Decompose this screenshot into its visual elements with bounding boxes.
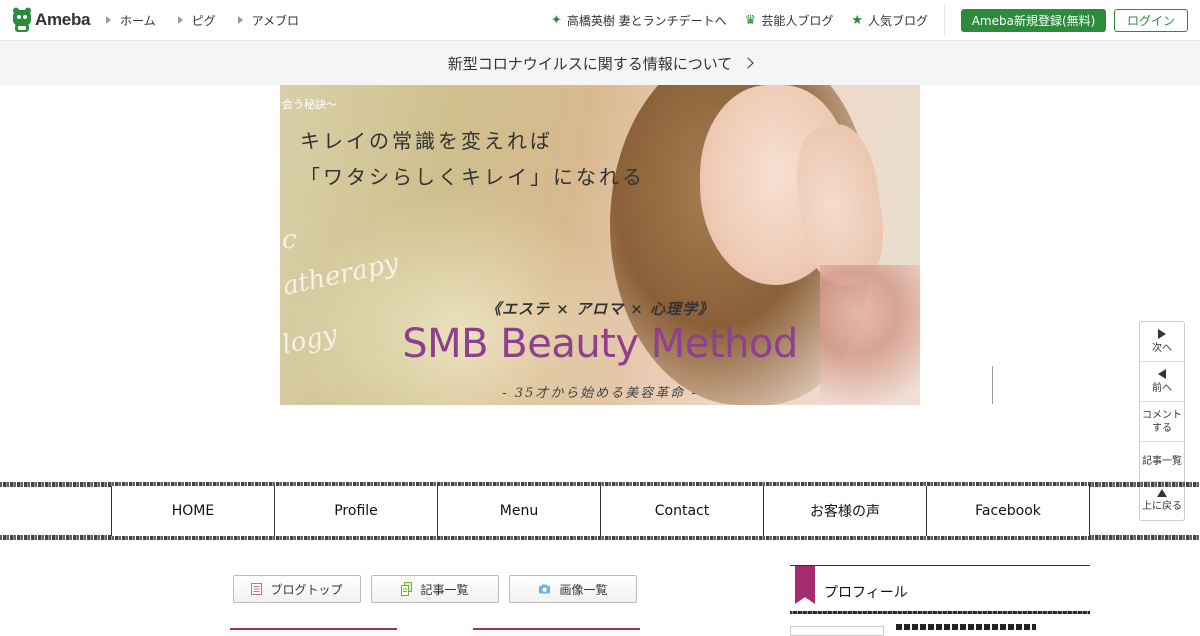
comment-label-1: コメント [1142, 409, 1182, 421]
camera-icon [539, 584, 551, 594]
menu-item-home[interactable]: HOME [111, 486, 274, 536]
play-right-icon [1158, 328, 1166, 339]
image-list-button[interactable]: 画像一覧 [509, 575, 637, 603]
crown-icon: ♛ [744, 12, 757, 28]
documents-icon [401, 582, 413, 596]
trending-nav: ✦ 高橋英樹 妻とランチデートへ ♛ 芸能人ブログ ★ 人気ブログ [533, 0, 928, 40]
nav-home-link[interactable]: ホーム [106, 12, 156, 29]
celebrity-blog-link[interactable]: ♛ 芸能人ブログ [745, 12, 834, 29]
banner-script-text: c [282, 225, 297, 255]
banner-headline-1: キレイの常識を変えれば [300, 129, 553, 153]
header-divider [944, 4, 945, 36]
menu-item-profile[interactable]: Profile [274, 486, 437, 536]
nav-ameblo-link[interactable]: アメブロ [237, 12, 300, 29]
image-list-label: 画像一覧 [559, 582, 608, 597]
blog-menu-bar: HOME Profile Menu Contact お客様の声 Facebook [0, 482, 1200, 540]
register-button[interactable]: Ameba新規登録(無料) [961, 9, 1106, 32]
covid-notice-bar[interactable]: 新型コロナウイルスに関する情報について [0, 41, 1200, 85]
chevron-right-icon [742, 57, 754, 69]
banner-headline-2: 「ワタシらしくキレイ」になれる [300, 165, 645, 189]
menu-item-facebook[interactable]: Facebook [926, 486, 1089, 536]
nav-pigg-link[interactable]: ピグ [177, 12, 216, 29]
bookmark-ribbon-icon [795, 566, 815, 604]
login-button[interactable]: ログイン [1114, 9, 1188, 32]
trending-topic-link[interactable]: ✦ 高橋英樹 妻とランチデートへ [551, 12, 727, 29]
ameba-mascot-icon [13, 7, 31, 32]
profile-name [896, 624, 1036, 630]
nav-ameblo-label: アメブロ [251, 13, 300, 28]
banner-title: SMB Beauty Method [402, 321, 798, 367]
menu-item-menu[interactable]: Menu [437, 486, 600, 536]
menu-item-contact[interactable]: Contact [600, 486, 763, 536]
popular-blog-label: 人気ブログ [867, 13, 928, 28]
caret-right-icon [237, 16, 243, 24]
ameba-logo[interactable]: Ameba [12, 7, 90, 33]
banner-tagline: - 35才から始める美容革命 - [502, 386, 698, 401]
logo-text: Ameba [35, 10, 91, 29]
prev-label: 前へ [1152, 382, 1172, 394]
play-left-icon [1158, 368, 1166, 379]
article-list-tab-label: 記事一覧 [420, 582, 469, 597]
profile-title: プロフィール [824, 585, 908, 601]
caret-right-icon [177, 16, 183, 24]
next-article-button[interactable]: 次へ [1140, 322, 1184, 362]
star-icon: ★ [851, 12, 863, 28]
article-list-label: 記事一覧 [1142, 456, 1182, 467]
article-list-button[interactable]: 記事一覧 [1140, 442, 1184, 482]
blog-toolbar: ブログトップ 記事一覧 画像一覧 [233, 575, 647, 603]
menu-item-testimonials[interactable]: お客様の声 [763, 486, 926, 536]
blog-top-button[interactable]: ブログトップ [233, 575, 361, 603]
popular-blog-link[interactable]: ★ 人気ブログ [851, 12, 928, 29]
profile-section-header: プロフィール [790, 565, 1090, 614]
sparkle-icon: ✦ [550, 12, 562, 28]
prev-article-button[interactable]: 前へ [1140, 362, 1184, 402]
banner-subtitle: 《エステ × アロマ × 心理学》 [485, 300, 715, 318]
trending-topic-label: 高橋英樹 妻とランチデートへ [566, 13, 727, 28]
divider-line [992, 366, 993, 404]
document-icon [251, 583, 263, 595]
covid-notice-text: 新型コロナウイルスに関する情報について [447, 54, 733, 73]
profile-avatar[interactable] [790, 626, 884, 636]
banner-small-text: 会う秘訣～ [282, 98, 337, 111]
profile-divider [790, 611, 1090, 614]
menu-divider [1089, 486, 1090, 536]
article-list-tab-button[interactable]: 記事一覧 [371, 575, 499, 603]
global-nav: ホーム ピグ アメブロ [106, 0, 321, 40]
nav-pigg-label: ピグ [191, 13, 216, 28]
blog-header-banner[interactable]: c atherapy logy 会う秘訣～ キレイの常識を変えれば 「ワタシらし… [280, 85, 920, 405]
next-label: 次へ [1152, 342, 1172, 354]
comment-button[interactable]: コメント する [1140, 402, 1184, 442]
menu-items: HOME Profile Menu Contact お客様の声 Facebook [111, 486, 1090, 536]
blog-top-label: ブログトップ [270, 582, 343, 597]
caret-right-icon [106, 16, 111, 24]
global-header: Ameba ホーム ピグ アメブロ ✦ 高橋英樹 妻とランチデートへ ♛ 芸能人ブロ… [0, 0, 1200, 41]
celebrity-blog-label: 芸能人ブログ [761, 13, 834, 28]
comment-label-2: する [1152, 422, 1172, 434]
nav-home-label: ホーム [120, 13, 156, 28]
